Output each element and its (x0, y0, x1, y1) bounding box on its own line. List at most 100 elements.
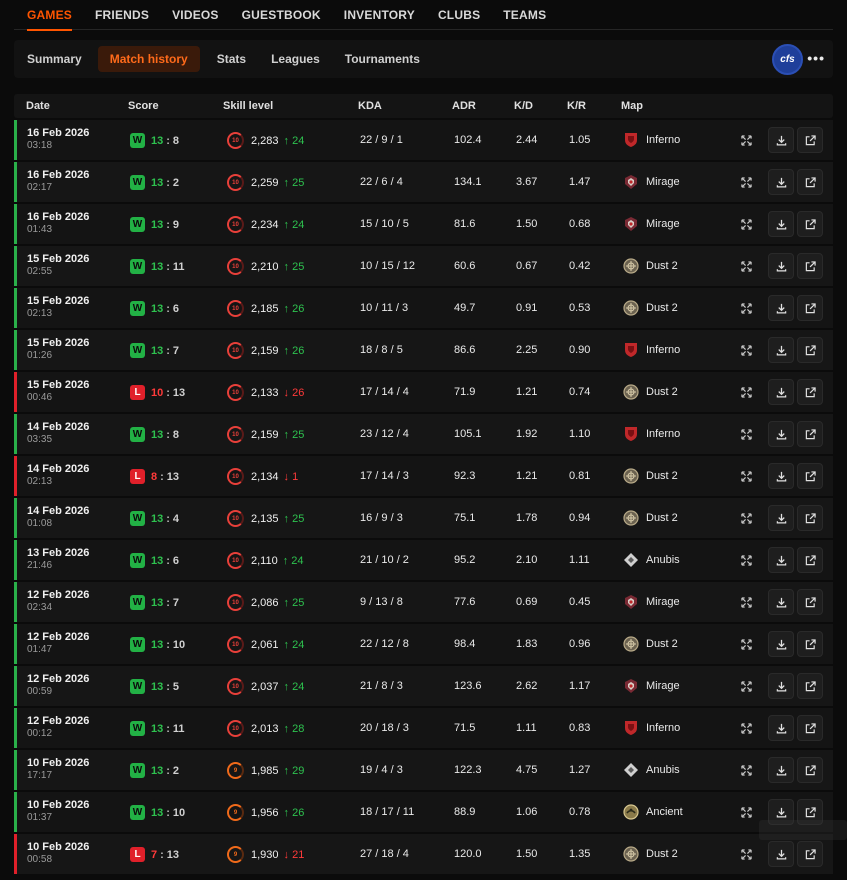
col-skill[interactable]: Skill level (223, 100, 273, 112)
download-demo-button[interactable] (768, 841, 794, 867)
nav-clubs[interactable]: CLUBS (438, 0, 480, 30)
expand-icon[interactable] (738, 342, 754, 358)
match-score: W 13 : 7 (130, 343, 179, 358)
col-date[interactable]: Date (26, 100, 50, 112)
download-demo-button[interactable] (768, 463, 794, 489)
more-options-icon[interactable]: ••• (807, 50, 825, 66)
open-match-button[interactable] (797, 673, 823, 699)
match-row[interactable]: 14 Feb 2026 03:35 W 13 : 8 10 2,159 ↑ 25… (14, 414, 833, 454)
download-demo-button[interactable] (768, 547, 794, 573)
expand-icon[interactable] (738, 720, 754, 736)
open-match-button[interactable] (797, 379, 823, 405)
match-row[interactable]: 15 Feb 2026 02:13 W 13 : 6 10 2,185 ↑ 26… (14, 288, 833, 328)
download-demo-button[interactable] (768, 253, 794, 279)
nav-inventory[interactable]: INVENTORY (344, 0, 415, 30)
download-demo-button[interactable] (768, 505, 794, 531)
download-demo-button[interactable] (768, 379, 794, 405)
score-separator: : (166, 806, 170, 819)
tab-summary[interactable]: Summary (15, 46, 94, 72)
nav-guestbook[interactable]: GUESTBOOK (242, 0, 321, 30)
open-match-button[interactable] (797, 505, 823, 531)
open-match-button[interactable] (797, 127, 823, 153)
expand-icon[interactable] (738, 384, 754, 400)
match-row[interactable]: 12 Feb 2026 00:59 W 13 : 5 10 2,037 ↑ 24… (14, 666, 833, 706)
kda-value: 27 / 18 / 4 (360, 848, 409, 860)
match-row[interactable]: 15 Feb 2026 00:46 L 10 : 13 10 2,133 ↓ 2… (14, 372, 833, 412)
open-match-button[interactable] (797, 421, 823, 447)
expand-icon[interactable] (738, 636, 754, 652)
download-demo-button[interactable] (768, 337, 794, 363)
download-demo-button[interactable] (768, 421, 794, 447)
match-row[interactable]: 14 Feb 2026 01:08 W 13 : 4 10 2,135 ↑ 25… (14, 498, 833, 538)
col-kda[interactable]: KDA (358, 100, 382, 112)
open-match-button[interactable] (797, 547, 823, 573)
open-match-button[interactable] (797, 253, 823, 279)
open-match-button[interactable] (797, 169, 823, 195)
open-match-button[interactable] (797, 589, 823, 615)
match-row[interactable]: 14 Feb 2026 02:13 L 8 : 13 10 2,134 ↓ 1 … (14, 456, 833, 496)
elo-change: ↑ 26 (283, 344, 305, 357)
tab-leagues[interactable]: Leagues (259, 46, 332, 72)
match-row[interactable]: 12 Feb 2026 00:12 W 13 : 11 10 2,013 ↑ 2… (14, 708, 833, 748)
download-demo-button[interactable] (768, 169, 794, 195)
nav-videos[interactable]: VIDEOS (172, 0, 219, 30)
match-row[interactable]: 10 Feb 2026 01:37 W 13 : 10 9 1,956 ↑ 26… (14, 792, 833, 832)
download-demo-button[interactable] (768, 757, 794, 783)
match-row[interactable]: 12 Feb 2026 02:34 W 13 : 7 10 2,086 ↑ 25… (14, 582, 833, 622)
download-demo-button[interactable] (768, 715, 794, 741)
match-row[interactable]: 13 Feb 2026 21:46 W 13 : 6 10 2,110 ↑ 24… (14, 540, 833, 580)
download-demo-button[interactable] (768, 589, 794, 615)
expand-icon[interactable] (738, 552, 754, 568)
tab-stats[interactable]: Stats (205, 46, 258, 72)
open-match-button[interactable] (797, 841, 823, 867)
expand-icon[interactable] (738, 216, 754, 232)
score-separator: : (166, 344, 170, 357)
col-score[interactable]: Score (128, 100, 159, 112)
download-demo-button[interactable] (768, 631, 794, 657)
tab-match-history[interactable]: Match history (97, 46, 200, 72)
col-map[interactable]: Map (621, 100, 643, 112)
open-match-button[interactable] (797, 715, 823, 741)
match-row[interactable]: 16 Feb 2026 01:43 W 13 : 9 10 2,234 ↑ 24… (14, 204, 833, 244)
match-row[interactable]: 15 Feb 2026 01:26 W 13 : 7 10 2,159 ↑ 26… (14, 330, 833, 370)
match-row[interactable]: 16 Feb 2026 02:17 W 13 : 2 10 2,259 ↑ 25… (14, 162, 833, 202)
skill-level: 10 2,283 ↑ 24 (227, 132, 304, 149)
col-adr[interactable]: ADR (452, 100, 476, 112)
open-match-button[interactable] (797, 295, 823, 321)
nav-teams[interactable]: TEAMS (503, 0, 546, 30)
col-kr[interactable]: K/R (567, 100, 586, 112)
expand-icon[interactable] (738, 468, 754, 484)
expand-icon[interactable] (738, 804, 754, 820)
match-row[interactable]: 15 Feb 2026 02:55 W 13 : 11 10 2,210 ↑ 2… (14, 246, 833, 286)
expand-icon[interactable] (738, 594, 754, 610)
col-kd[interactable]: K/D (514, 100, 533, 112)
expand-icon[interactable] (738, 510, 754, 526)
download-demo-button[interactable] (768, 211, 794, 237)
match-row[interactable]: 10 Feb 2026 00:58 L 7 : 13 9 1,930 ↓ 21 … (14, 834, 833, 874)
open-match-button[interactable] (797, 337, 823, 363)
expand-icon[interactable] (738, 762, 754, 778)
match-row[interactable]: 12 Feb 2026 01:47 W 13 : 10 10 2,061 ↑ 2… (14, 624, 833, 664)
expand-icon[interactable] (738, 258, 754, 274)
team-logo[interactable]: cfs (772, 44, 803, 75)
download-demo-button[interactable] (768, 295, 794, 321)
expand-icon[interactable] (738, 426, 754, 442)
expand-icon[interactable] (738, 678, 754, 694)
download-demo-button[interactable] (768, 673, 794, 699)
expand-icon[interactable] (738, 132, 754, 148)
open-match-button[interactable] (797, 463, 823, 489)
tab-tournaments[interactable]: Tournaments (333, 46, 432, 72)
open-match-button[interactable] (797, 211, 823, 237)
open-match-button[interactable] (797, 631, 823, 657)
nav-friends[interactable]: FRIENDS (95, 0, 149, 30)
match-row[interactable]: 16 Feb 2026 03:18 W 13 : 8 10 2,283 ↑ 24… (14, 120, 833, 160)
nav-games[interactable]: GAMES (27, 0, 73, 31)
kr-value: 0.96 (569, 638, 591, 650)
expand-icon[interactable] (738, 174, 754, 190)
expand-icon[interactable] (738, 846, 754, 862)
download-demo-button[interactable] (768, 127, 794, 153)
expand-icon[interactable] (738, 300, 754, 316)
match-row[interactable]: 10 Feb 2026 17:17 W 13 : 2 9 1,985 ↑ 29 … (14, 750, 833, 790)
external-link-icon (805, 134, 816, 146)
open-match-button[interactable] (797, 757, 823, 783)
